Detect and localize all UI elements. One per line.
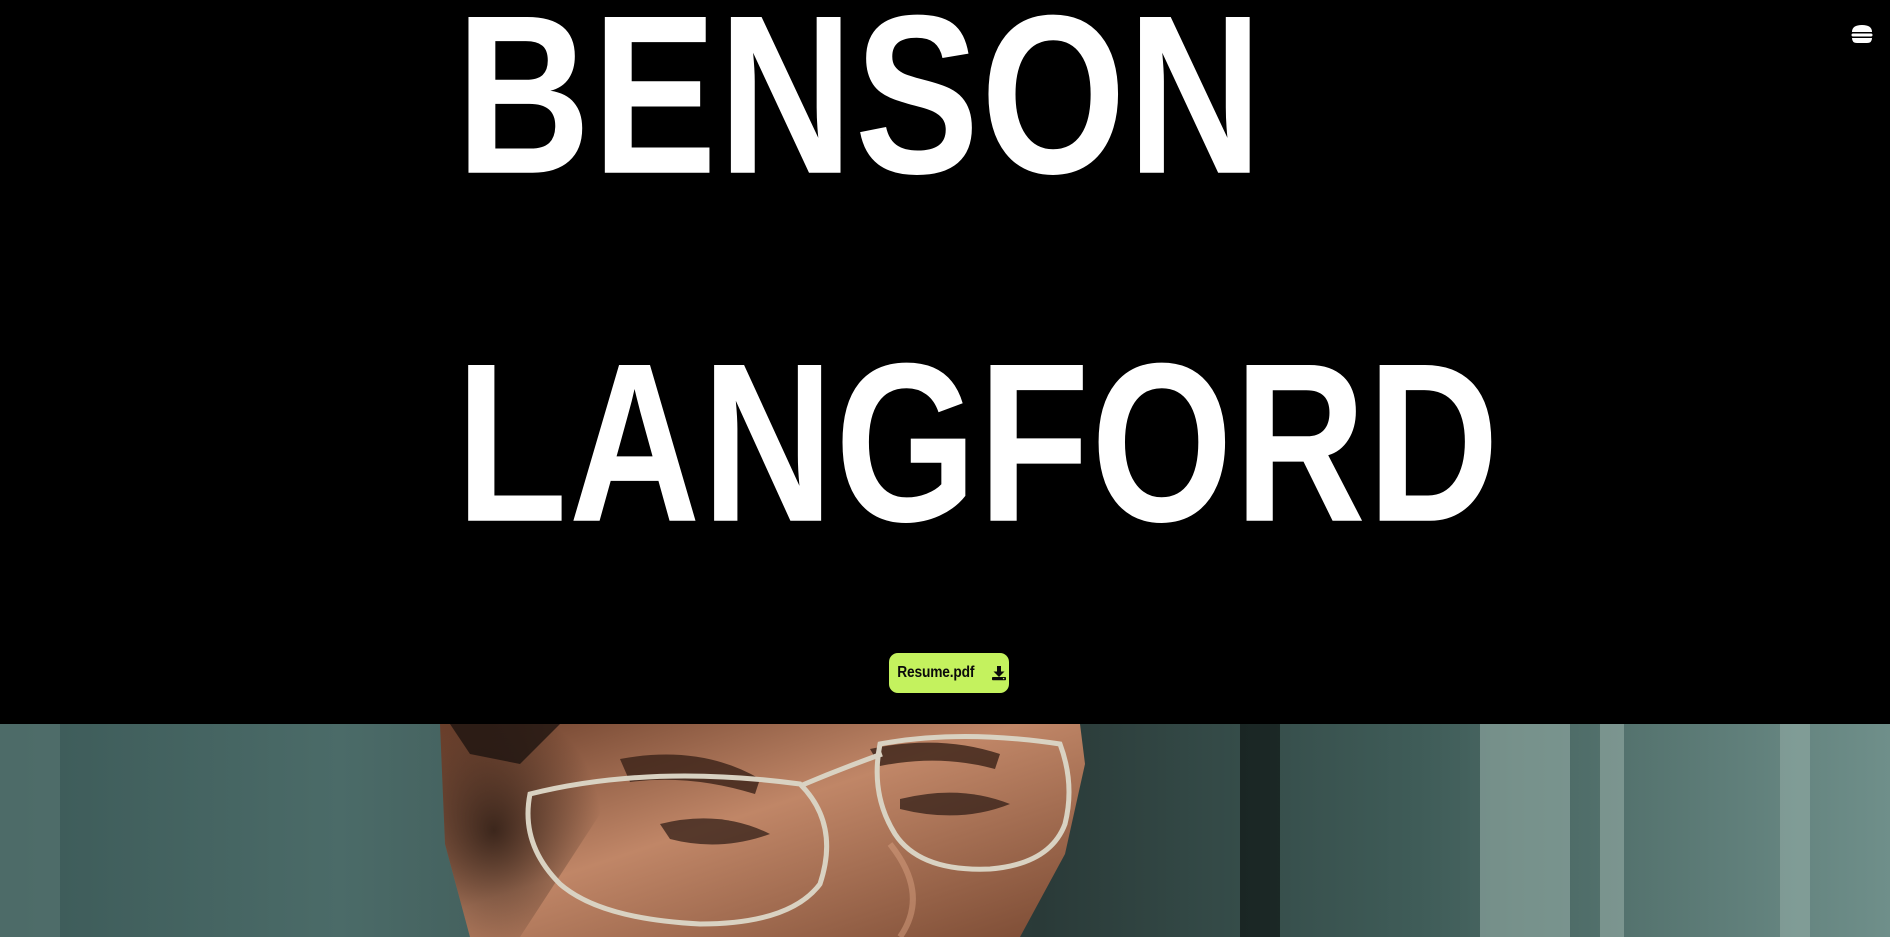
- menu-button[interactable]: [1850, 22, 1874, 46]
- hero-last-name: LANGFORD: [456, 316, 1501, 570]
- download-icon: [991, 666, 1006, 681]
- resume-button-label: Resume.pdf: [897, 664, 975, 681]
- resume-download-button[interactable]: Resume.pdf: [889, 653, 1009, 693]
- portrait-photo: [0, 724, 1890, 937]
- hero-section: BENSON LANGFORD Resume.pdf: [0, 0, 1890, 724]
- hero-first-name: BENSON: [456, 0, 1264, 222]
- hamburger-menu-icon: [1851, 25, 1873, 43]
- portfolio-page: BENSON LANGFORD Resume.pdf: [0, 0, 1890, 937]
